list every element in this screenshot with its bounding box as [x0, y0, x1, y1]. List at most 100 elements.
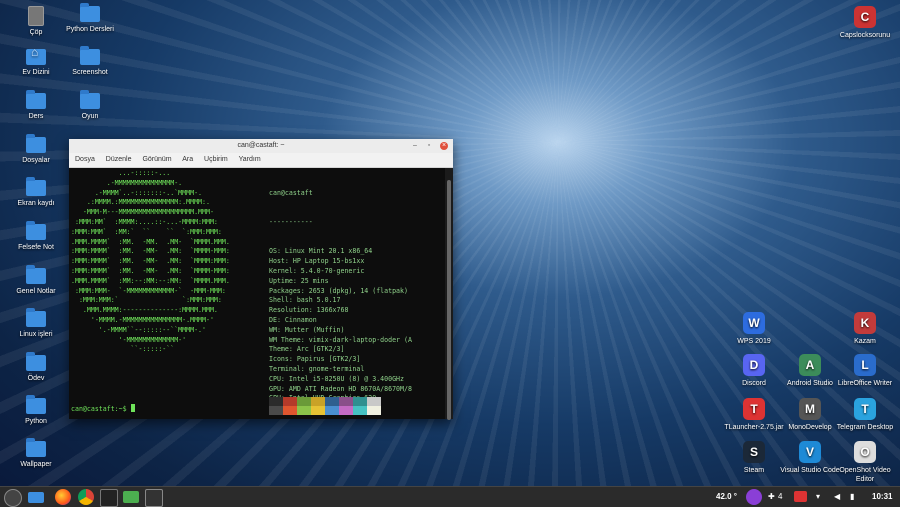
desktop-icon-label: Android Studio [787, 380, 833, 387]
info-colon: : [276, 247, 285, 256]
palette-swatch [339, 406, 353, 415]
desktop-icon-4[interactable]: Ekran kaydı [6, 177, 66, 208]
palette-swatch [353, 406, 367, 415]
minimize-icon[interactable]: – [411, 142, 419, 150]
update-icon[interactable]: ✚ [768, 487, 775, 507]
terminal-window-icon[interactable] [145, 489, 163, 507]
palette-swatch [353, 397, 367, 406]
info-value: bash 5.0.17 [296, 296, 341, 305]
terminal-output[interactable]: ...-:::::-... .-MMMMMMMMMMMMMMM-. .-MMMM… [69, 168, 445, 419]
desktop-icon-col2-0[interactable]: Python Dersleri [60, 3, 120, 34]
menu-gorunum[interactable]: Görünüm [142, 156, 171, 163]
chrome-icon[interactable] [78, 489, 94, 505]
desktop-icon-0[interactable]: Çöp [6, 6, 66, 37]
palette-swatch [283, 406, 297, 415]
desktop-icon-app-8[interactable]: S Steam [724, 441, 784, 475]
desktop-icon-app-0[interactable]: W WPS 2019 [724, 312, 784, 346]
desktop-icon-8[interactable]: Ödev [6, 352, 66, 383]
app-icon: A [799, 354, 821, 376]
info-key: Uptime [269, 276, 293, 285]
network-icon[interactable]: ▾ [816, 487, 820, 507]
maximize-icon[interactable]: ▫ [425, 142, 433, 150]
desktop-icon-app-6[interactable]: M MonoDevelop [780, 398, 840, 432]
update-count: 4 [778, 492, 783, 501]
user-host: can@castaft [269, 188, 313, 197]
terminal-titlebar[interactable]: can@castaft: ~ – ▫ × [69, 139, 453, 153]
folder-icon[interactable] [123, 491, 139, 503]
desktop-icon-app-2[interactable]: D Discord [724, 354, 784, 388]
color-palette-row1 [269, 397, 381, 406]
desktop-icon-col2-1[interactable]: Screenshot [60, 46, 120, 77]
battery-icon[interactable]: ▮ [850, 487, 854, 507]
folder-icon [26, 352, 46, 371]
info-key: Terminal [269, 364, 301, 373]
info-colon: : [300, 335, 309, 344]
menu-duzenle[interactable]: Düzenle [106, 156, 132, 163]
info-value: 2653 (dpkg), 14 (flatpak) [308, 286, 408, 295]
desktop-icon-app-9[interactable]: V Visual Studio Code [780, 441, 840, 475]
scrollbar-thumb[interactable] [447, 180, 451, 420]
info-value: Papirus [GTK2/3] [296, 355, 361, 364]
info-colon: : [300, 364, 309, 373]
desktop-icon-2[interactable]: Ders [6, 90, 66, 121]
desktop-icon-5[interactable]: Felsefe Not [6, 221, 66, 252]
desktop-icon-label: TLauncher-2.75.jar [724, 424, 784, 431]
info-line: Packages: 2653 (dpkg), 14 (flatpak) [269, 287, 412, 297]
desktop-icon-7[interactable]: Linux işleri [6, 308, 66, 339]
desktop-icon-app-10[interactable]: O OpenShot Video Editor [835, 441, 895, 484]
window-title: can@castaft: ~ [237, 142, 285, 149]
desktop-icon-label: LibreOffice Writer [837, 380, 893, 387]
prompt-text: can@castaft:~$ [71, 405, 131, 414]
info-value: HP Laptop 15-bs1xx [292, 257, 365, 266]
folder-icon [26, 438, 46, 457]
terminal-window[interactable]: can@castaft: ~ – ▫ × Dosya Düzenle Görün… [69, 139, 453, 420]
shell-prompt[interactable]: can@castaft:~$ [71, 404, 135, 415]
desktop-icon-6[interactable]: Genel Notlar [6, 265, 66, 296]
info-colon: : [292, 266, 301, 275]
palette-swatch [367, 397, 381, 406]
menu-dosya[interactable]: Dosya [75, 156, 95, 163]
info-colon: : [292, 276, 301, 285]
temperature-readout[interactable]: 42.0 ° [716, 487, 737, 507]
folder-icon [26, 177, 46, 196]
info-colon: : [280, 374, 289, 383]
desktop-icon-app-1[interactable]: K Kazam [835, 312, 895, 346]
info-line: GPU: AMD ATI Radeon HD 8670A/8670M/8 [269, 385, 412, 395]
desktop-icon-10[interactable]: Wallpaper [6, 438, 66, 469]
info-key: GPU [269, 384, 281, 393]
desktop-icon-label: OpenShot Video Editor [839, 467, 891, 483]
app-icon: W [743, 312, 765, 334]
app-icon: M [799, 398, 821, 420]
desktop-icon-app-4[interactable]: L LibreOffice Writer [835, 354, 895, 388]
terminal-scrollbar[interactable] [445, 168, 453, 420]
terminal-icon[interactable] [100, 489, 118, 507]
desktop-icon-label: Visual Studio Code [780, 467, 840, 474]
menu-ara[interactable]: Ara [182, 156, 193, 163]
folder-icon [26, 221, 46, 240]
menu-icon[interactable] [4, 489, 22, 507]
info-value: AMD ATI Radeon HD 8670A/8670M/8 [288, 384, 412, 393]
app-icon: S [743, 441, 765, 463]
desktop-icon-label: Felsefe Not [18, 244, 54, 251]
desktop-icon-3[interactable]: Dosyalar [6, 134, 66, 165]
menu-ucbirim[interactable]: Uçbirim [204, 156, 228, 163]
app-icon: C [854, 6, 876, 28]
desktop-icon-app-5[interactable]: T TLauncher-2.75.jar [724, 398, 784, 432]
info-line: OS: Linux Mint 20.1 x86_64 [269, 247, 412, 257]
desktop-icon-app-7[interactable]: T Telegram Desktop [835, 398, 895, 432]
desktop-icon-col2-2[interactable]: Oyun [60, 90, 120, 121]
volume-icon[interactable]: ◀ [834, 487, 840, 507]
show-desktop-icon[interactable] [28, 492, 44, 503]
app-tray-icon[interactable] [746, 489, 762, 505]
desktop-icon-capslock[interactable]: C Capslocksorunu [835, 6, 895, 40]
desktop-icon-1[interactable]: Ev Dizini [6, 48, 66, 77]
clock[interactable]: 10:31 [872, 487, 892, 507]
desktop-icon-label: Screenshot [72, 69, 108, 76]
firefox-icon[interactable] [55, 489, 71, 505]
menu-yardim[interactable]: Yardım [239, 156, 261, 163]
close-icon[interactable]: × [440, 142, 448, 150]
info-line: WM: Mutter (Muffin) [269, 326, 412, 336]
desktop-icon-9[interactable]: Python [6, 395, 66, 426]
desktop-icon-app-3[interactable]: A Android Studio [780, 354, 840, 388]
recording-icon[interactable] [794, 491, 807, 502]
